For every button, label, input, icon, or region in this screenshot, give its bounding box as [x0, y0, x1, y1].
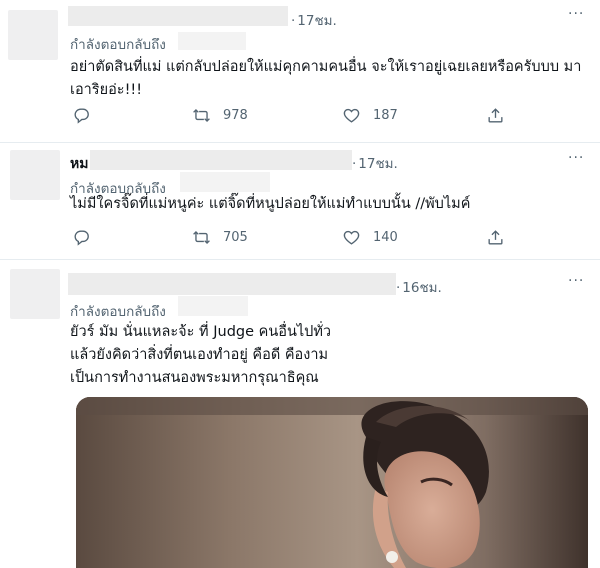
- more-icon[interactable]: ···: [568, 150, 584, 166]
- redacted-username: [90, 150, 352, 170]
- tweet-text: ไม่มีใครจิ๊ดที่แม่หนูค่ะ แต่จิ๊ดที่หนูปล…: [70, 196, 471, 212]
- heart-icon: [343, 230, 360, 245]
- share-icon: [488, 108, 503, 123]
- replying-to: กำลังตอบกลับถึง: [70, 37, 166, 53]
- retweet-count: 978: [223, 108, 248, 123]
- reply-button[interactable]: [72, 106, 91, 125]
- tweet-time[interactable]: · 17ชม.: [291, 9, 337, 31]
- display-name[interactable]: หม: [70, 153, 88, 175]
- media-photo: [76, 397, 588, 568]
- tweet-actions: 978 187: [0, 106, 600, 130]
- avatar[interactable]: [8, 10, 58, 60]
- like-count: 187: [373, 108, 398, 123]
- redacted-username: [68, 6, 288, 26]
- tweet-1[interactable]: · 17ชม. ··· กำลังตอบกลับถึง อย่าตัดสินที่…: [0, 0, 600, 143]
- share-button[interactable]: [486, 228, 505, 247]
- tweet-media-image[interactable]: [76, 397, 588, 568]
- tweet-text: ยัวร์ มัม นั่นแหละจ้ะ ที่ Judge คนอื่นไป…: [70, 324, 332, 386]
- redacted-handle: [178, 32, 246, 50]
- retweet-icon: [193, 109, 210, 122]
- redacted-handle: [178, 296, 248, 316]
- redacted-handle: [180, 172, 270, 192]
- reply-icon: [74, 108, 89, 124]
- heart-icon: [343, 108, 360, 123]
- like-button[interactable]: 187: [342, 106, 398, 125]
- like-button[interactable]: 140: [342, 228, 398, 247]
- replying-to: กำลังตอบกลับถึง: [70, 304, 166, 320]
- tweet-actions: 705 140: [0, 228, 600, 252]
- tweet-2[interactable]: หม · 17ชม. ··· กำลังตอบกลับถึง ไม่มีใครจิ…: [0, 142, 600, 260]
- tweet-time[interactable]: · 17ชม.: [352, 152, 398, 174]
- avatar[interactable]: [10, 269, 60, 319]
- retweet-icon: [193, 231, 210, 244]
- tweet-time[interactable]: · 16ชม.: [396, 276, 442, 298]
- retweet-count: 705: [223, 230, 248, 245]
- more-icon[interactable]: ···: [568, 273, 584, 289]
- avatar[interactable]: [10, 150, 60, 200]
- more-icon[interactable]: ···: [568, 6, 584, 22]
- tweet-text: อย่าตัดสินที่แม่ แต่กลับปล่อยให้แม่คุกคา…: [70, 59, 582, 98]
- redacted-username: [68, 273, 396, 295]
- share-icon: [488, 230, 503, 245]
- like-count: 140: [373, 230, 398, 245]
- retweet-button[interactable]: 705: [192, 228, 248, 247]
- reply-icon: [74, 230, 89, 246]
- share-button[interactable]: [486, 106, 505, 125]
- retweet-button[interactable]: 978: [192, 106, 248, 125]
- reply-button[interactable]: [72, 228, 91, 247]
